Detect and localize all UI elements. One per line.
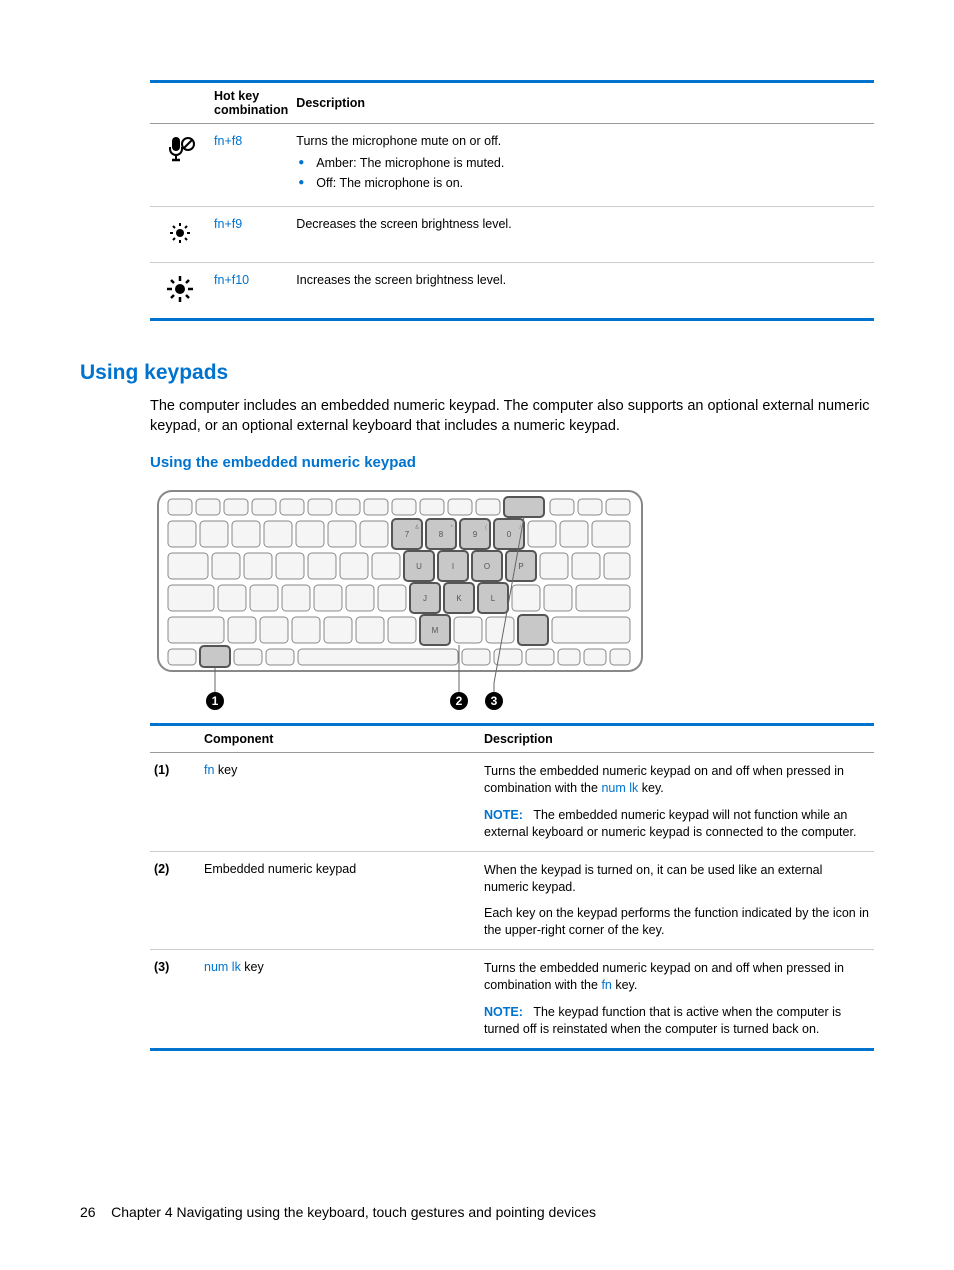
table-row: (1) fn key Turns the embedded numeric ke… <box>150 753 874 852</box>
section-heading: Using keypads <box>80 361 874 385</box>
svg-text:I: I <box>452 562 454 571</box>
svg-text:8: 8 <box>439 530 444 539</box>
component-name: fn key <box>200 753 480 852</box>
section-paragraph: The computer includes an embedded numeri… <box>150 397 874 436</box>
table-row: (3) num lk key Turns the embedded numeri… <box>150 950 874 1050</box>
hotkey-header-combo: Hot key combination <box>210 82 292 124</box>
hotkey-desc: Increases the screen brightness level. <box>292 263 874 320</box>
table-row: (2) Embedded numeric keypad When the key… <box>150 851 874 950</box>
svg-text:7: 7 <box>405 530 410 539</box>
component-number: (1) <box>150 753 200 852</box>
component-name: Embedded numeric keypad <box>200 851 480 950</box>
hotkey-header-desc: Description <box>292 82 874 124</box>
svg-text:J: J <box>423 594 427 603</box>
page-number: 26 <box>80 1204 96 1220</box>
component-name: num lk key <box>200 950 480 1050</box>
component-number: (3) <box>150 950 200 1050</box>
hotkey-desc: Decreases the screen brightness level. <box>292 207 874 263</box>
components-header-comp: Component <box>200 725 480 753</box>
chapter-title: Chapter 4 Navigating using the keyboard,… <box>111 1204 596 1220</box>
brightness-down-icon <box>164 238 196 252</box>
svg-text:1: 1 <box>212 694 219 708</box>
hotkey-combo: fn+f10 <box>214 273 249 287</box>
svg-text:0: 0 <box>507 530 512 539</box>
hotkey-desc: Turns the microphone mute on or off. <box>296 134 870 148</box>
component-desc: When the keypad is turned on, it can be … <box>480 851 874 950</box>
page-footer: 26 Chapter 4 Navigating using the keyboa… <box>80 1204 596 1220</box>
brightness-up-icon <box>164 294 196 308</box>
svg-text:K: K <box>456 594 462 603</box>
component-desc: Turns the embedded numeric keypad on and… <box>480 950 874 1050</box>
svg-text:9: 9 <box>473 530 478 539</box>
svg-text:M: M <box>432 626 439 635</box>
table-row: fn+f9 Decreases the screen brightness le… <box>150 207 874 263</box>
component-number: (2) <box>150 851 200 950</box>
bullet-item: Off: The microphone is on. <box>296 176 870 190</box>
svg-text:(: ( <box>485 525 487 531</box>
table-row: fn+f10 Increases the screen brightness l… <box>150 263 874 320</box>
svg-text:3: 3 <box>491 694 498 708</box>
hotkey-combo: fn+f8 <box>214 134 242 148</box>
svg-text:2: 2 <box>456 694 463 708</box>
svg-text:U: U <box>416 562 422 571</box>
svg-text:P: P <box>518 562 523 571</box>
bullet-item: Amber: The microphone is muted. <box>296 156 870 170</box>
subsection-heading: Using the embedded numeric keypad <box>150 454 874 471</box>
table-row: fn+f8 Turns the microphone mute on or of… <box>150 124 874 207</box>
hotkey-combo: fn+f9 <box>214 217 242 231</box>
keyboard-diagram: 7& 8* 9( 0/ U I O P J K L <box>150 483 650 713</box>
svg-text:L: L <box>491 594 496 603</box>
hotkey-table: Hot key combination Description <box>150 80 874 321</box>
component-desc: Turns the embedded numeric keypad on and… <box>480 753 874 852</box>
components-header-desc: Description <box>480 725 874 753</box>
svg-text:&: & <box>415 525 419 531</box>
svg-text:O: O <box>484 562 490 571</box>
mic-mute-icon <box>164 155 196 169</box>
components-table: Component Description (1) fn key Turns t… <box>150 723 874 1051</box>
